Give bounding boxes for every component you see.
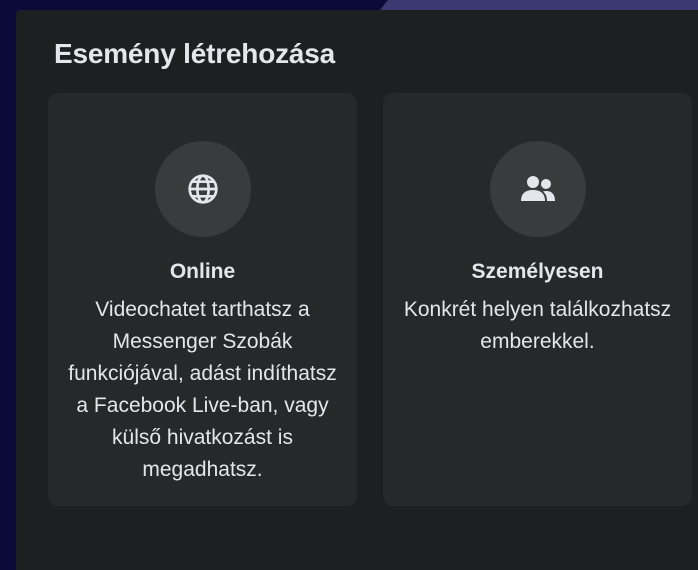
create-event-dialog: Esemény létrehozása Online Videochatet t…: [16, 10, 698, 570]
globe-icon: [187, 174, 218, 204]
dialog-title: Esemény létrehozása: [54, 38, 336, 69]
online-icon-circle: [154, 141, 251, 237]
in-person-option-title: Személyesen: [471, 260, 604, 283]
in-person-event-option[interactable]: Személyesen Konkrét helyen találkozhatsz…: [383, 93, 692, 506]
background-accent: [380, 0, 698, 10]
online-event-option[interactable]: Online Videochatet tarthatsz a Messenger…: [48, 93, 357, 506]
people-icon: [520, 176, 555, 201]
online-option-title: Online: [169, 260, 236, 283]
in-person-icon-circle: [489, 141, 586, 237]
in-person-option-description: Konkrét helyen találkozhatsz emberekkel.: [403, 298, 672, 353]
online-option-description: Videochatet tarthatsz a Messenger Szobák…: [68, 298, 337, 481]
